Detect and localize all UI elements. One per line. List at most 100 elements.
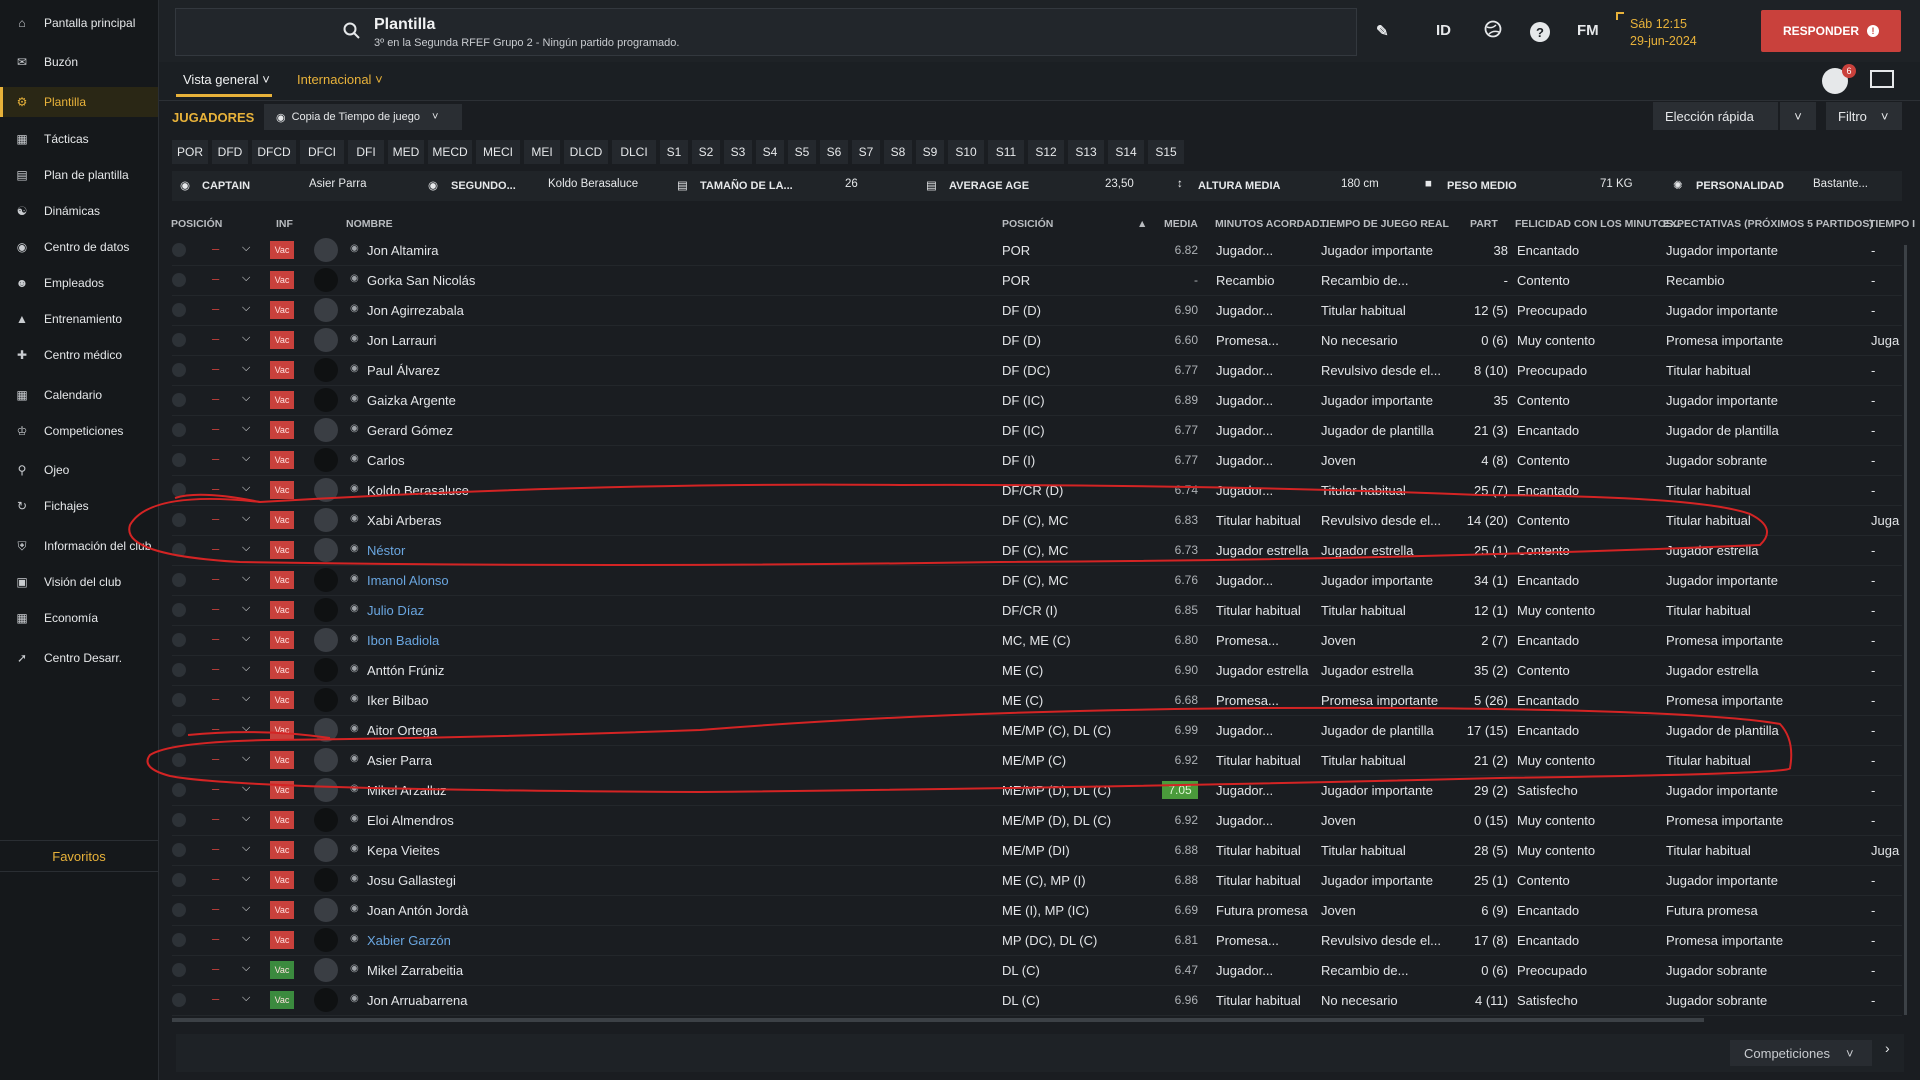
sidebar-item-t-cticas[interactable]: ▦ Tácticas bbox=[0, 124, 158, 154]
horizontal-scrollbar[interactable] bbox=[172, 1018, 1704, 1022]
sidebar-item-fichajes[interactable]: ↻ Fichajes bbox=[0, 491, 158, 521]
position-filter-s10[interactable]: S10 bbox=[948, 140, 984, 164]
tab-vista-general[interactable]: Vista general ˅ bbox=[183, 72, 270, 87]
player-name[interactable]: Koldo Berasaluce bbox=[367, 483, 667, 498]
position-filter-dfd[interactable]: DFD bbox=[212, 140, 248, 164]
sidebar-item-centro-m-dico[interactable]: ✚ Centro médico bbox=[0, 340, 158, 370]
header-media[interactable]: MEDIA bbox=[1164, 218, 1198, 230]
header-part[interactable]: PART bbox=[1470, 218, 1498, 230]
avatar[interactable] bbox=[314, 958, 338, 982]
row-select-checkbox[interactable] bbox=[172, 873, 186, 887]
quick-pick-chevron-icon[interactable]: ˅ bbox=[1780, 102, 1816, 130]
position-filter-s14[interactable]: S14 bbox=[1108, 140, 1144, 164]
avatar[interactable] bbox=[314, 298, 338, 322]
avatar[interactable] bbox=[314, 568, 338, 592]
avatar[interactable] bbox=[314, 898, 338, 922]
position-filter-s11[interactable]: S11 bbox=[988, 140, 1024, 164]
table-row[interactable]: – ⌵ Vac ◉ Joan Antón Jordà ME (I), MP (IC) 6.6… bbox=[172, 895, 1902, 926]
row-expand-chevron-icon[interactable]: ⌵ bbox=[242, 332, 250, 345]
row-expand-chevron-icon[interactable]: ⌵ bbox=[242, 662, 250, 675]
vice-captain-value[interactable]: Koldo Berasaluce bbox=[548, 178, 638, 190]
table-row[interactable]: – ⌵ Vac ◉ Koldo Berasaluce DF/CR (D) 6.74 Jugad… bbox=[172, 475, 1902, 506]
row-select-checkbox[interactable] bbox=[172, 273, 186, 287]
row-expand-chevron-icon[interactable]: ⌵ bbox=[242, 302, 250, 315]
table-row[interactable]: – ⌵ Vac ◉ Xabier Garzón MP (DC), DL (C) 6.81 Pr… bbox=[172, 925, 1902, 956]
player-name[interactable]: Julio Díaz bbox=[367, 603, 667, 618]
captain-value[interactable]: Asier Parra bbox=[309, 178, 367, 190]
table-row[interactable]: – ⌵ Vac ◉ Gorka San Nicolás POR - Recambio Recam… bbox=[172, 265, 1902, 296]
sidebar-item-buz-n[interactable]: ✉ Buzón bbox=[0, 47, 158, 77]
player-name[interactable]: Jon Altamira bbox=[367, 243, 667, 258]
header-tiempo[interactable]: TIEMPO DE JUEGO REAL bbox=[1320, 218, 1449, 230]
position-filter-mecd[interactable]: MECD bbox=[428, 140, 472, 164]
avatar[interactable] bbox=[314, 388, 338, 412]
row-select-checkbox[interactable] bbox=[172, 423, 186, 437]
position-filter-por[interactable]: POR bbox=[172, 140, 208, 164]
avatar[interactable] bbox=[314, 838, 338, 862]
sidebar-item-plantilla[interactable]: ⚙ Plantilla bbox=[0, 87, 158, 117]
view-select[interactable]: ◉ Copia de Tiempo de juego ˅ bbox=[264, 104, 462, 130]
row-expand-chevron-icon[interactable]: ⌵ bbox=[242, 362, 250, 375]
row-expand-chevron-icon[interactable]: ⌵ bbox=[242, 272, 250, 285]
game-date[interactable]: Sáb 12:15 29-jun-2024 bbox=[1630, 16, 1697, 50]
sidebar-item-entrenamiento[interactable]: ▲ Entrenamiento bbox=[0, 304, 158, 334]
table-row[interactable]: – ⌵ Vac ◉ Jon Arruabarrena DL (C) 6.96 Titular … bbox=[172, 985, 1902, 1016]
filter-button[interactable]: Filtro ˅ bbox=[1826, 102, 1902, 130]
table-row[interactable]: – ⌵ Vac ◉ Mikel Zarrabeitia DL (C) 6.47 Jugador… bbox=[172, 955, 1902, 986]
table-row[interactable]: – ⌵ Vac ◉ Aitor Ortega ME/MP (C), DL (C) 6.99 J… bbox=[172, 715, 1902, 746]
avatar[interactable] bbox=[314, 628, 338, 652]
row-expand-chevron-icon[interactable]: ⌵ bbox=[242, 632, 250, 645]
sidebar-item-econom-a[interactable]: ▦ Economía bbox=[0, 603, 158, 633]
search-icon[interactable] bbox=[343, 22, 361, 43]
id-button[interactable]: ID bbox=[1436, 22, 1451, 39]
row-select-checkbox[interactable] bbox=[172, 243, 186, 257]
avatar[interactable] bbox=[314, 478, 338, 502]
position-filter-s12[interactable]: S12 bbox=[1028, 140, 1064, 164]
header-nombre[interactable]: NOMBRE bbox=[346, 218, 393, 230]
sidebar-item-din-micas[interactable]: ☯ Dinámicas bbox=[0, 196, 158, 226]
row-expand-chevron-icon[interactable]: ⌵ bbox=[242, 572, 250, 585]
player-name[interactable]: Josu Gallastegi bbox=[367, 873, 667, 888]
header-felicidad[interactable]: FELICIDAD CON LOS MINUTOS... bbox=[1515, 218, 1682, 230]
position-filter-s4[interactable]: S4 bbox=[756, 140, 784, 164]
player-name[interactable]: Kepa Vieites bbox=[367, 843, 667, 858]
row-expand-chevron-icon[interactable]: ⌵ bbox=[242, 872, 250, 885]
table-row[interactable]: – ⌵ Vac ◉ Iker Bilbao ME (C) 6.68 Promesa... Pro… bbox=[172, 685, 1902, 716]
row-select-checkbox[interactable] bbox=[172, 543, 186, 557]
table-row[interactable]: – ⌵ Vac ◉ Josu Gallastegi ME (C), MP (I) 6.88 T… bbox=[172, 865, 1902, 896]
table-row[interactable]: – ⌵ Vac ◉ Mikel Arzalluz ME/MP (D), DL (C) 7.0… bbox=[172, 775, 1902, 806]
responder-button[interactable]: RESPONDER ! bbox=[1761, 10, 1901, 52]
position-filter-mei[interactable]: MEI bbox=[524, 140, 560, 164]
row-expand-chevron-icon[interactable]: ⌵ bbox=[242, 932, 250, 945]
table-row[interactable]: – ⌵ Vac ◉ Imanol Alonso DF (C), MC 6.76 Jugador… bbox=[172, 565, 1902, 596]
header-posicion-2[interactable]: POSICIÓN bbox=[1002, 218, 1053, 230]
avatar[interactable] bbox=[314, 328, 338, 352]
row-select-checkbox[interactable] bbox=[172, 513, 186, 527]
help-icon[interactable]: ? bbox=[1530, 22, 1550, 42]
position-filter-dfcd[interactable]: DFCD bbox=[252, 140, 296, 164]
position-filter-dlci[interactable]: DLCI bbox=[612, 140, 656, 164]
position-filter-med[interactable]: MED bbox=[388, 140, 424, 164]
row-select-checkbox[interactable] bbox=[172, 693, 186, 707]
row-expand-chevron-icon[interactable]: ⌵ bbox=[242, 992, 250, 1005]
row-expand-chevron-icon[interactable]: ⌵ bbox=[242, 692, 250, 705]
player-name[interactable]: Xabier Garzón bbox=[367, 933, 667, 948]
sidebar-item-competiciones[interactable]: ♔ Competiciones bbox=[0, 416, 158, 446]
table-row[interactable]: – ⌵ Vac ◉ Xabi Arberas DF (C), MC 6.83 Titular … bbox=[172, 505, 1902, 536]
avatar[interactable] bbox=[314, 508, 338, 532]
header-posicion[interactable]: POSICIÓN bbox=[171, 218, 222, 230]
row-expand-chevron-icon[interactable]: ⌵ bbox=[242, 752, 250, 765]
position-filter-s3[interactable]: S3 bbox=[724, 140, 752, 164]
edit-pencil-icon[interactable]: ✎ bbox=[1376, 22, 1389, 40]
avatar[interactable] bbox=[314, 418, 338, 442]
table-row[interactable]: – ⌵ Vac ◉ Paul Álvarez DF (DC) 6.77 Jugador... R… bbox=[172, 355, 1902, 386]
sidebar-item-informaci-n-del-club[interactable]: ⛨ Información del club bbox=[0, 531, 158, 561]
player-name[interactable]: Aitor Ortega bbox=[367, 723, 667, 738]
table-row[interactable]: – ⌵ Vac ◉ Néstor DF (C), MC 6.73 Jugador estrel… bbox=[172, 535, 1902, 566]
table-row[interactable]: – ⌵ Vac ◉ Julio Díaz DF/CR (I) 6.85 Titular hab… bbox=[172, 595, 1902, 626]
avatar[interactable] bbox=[314, 718, 338, 742]
row-expand-chevron-icon[interactable]: ⌵ bbox=[242, 812, 250, 825]
player-name[interactable]: Ibon Badiola bbox=[367, 633, 667, 648]
header-minutos[interactable]: MINUTOS ACORDAD... bbox=[1215, 218, 1328, 230]
avatar[interactable] bbox=[314, 748, 338, 772]
